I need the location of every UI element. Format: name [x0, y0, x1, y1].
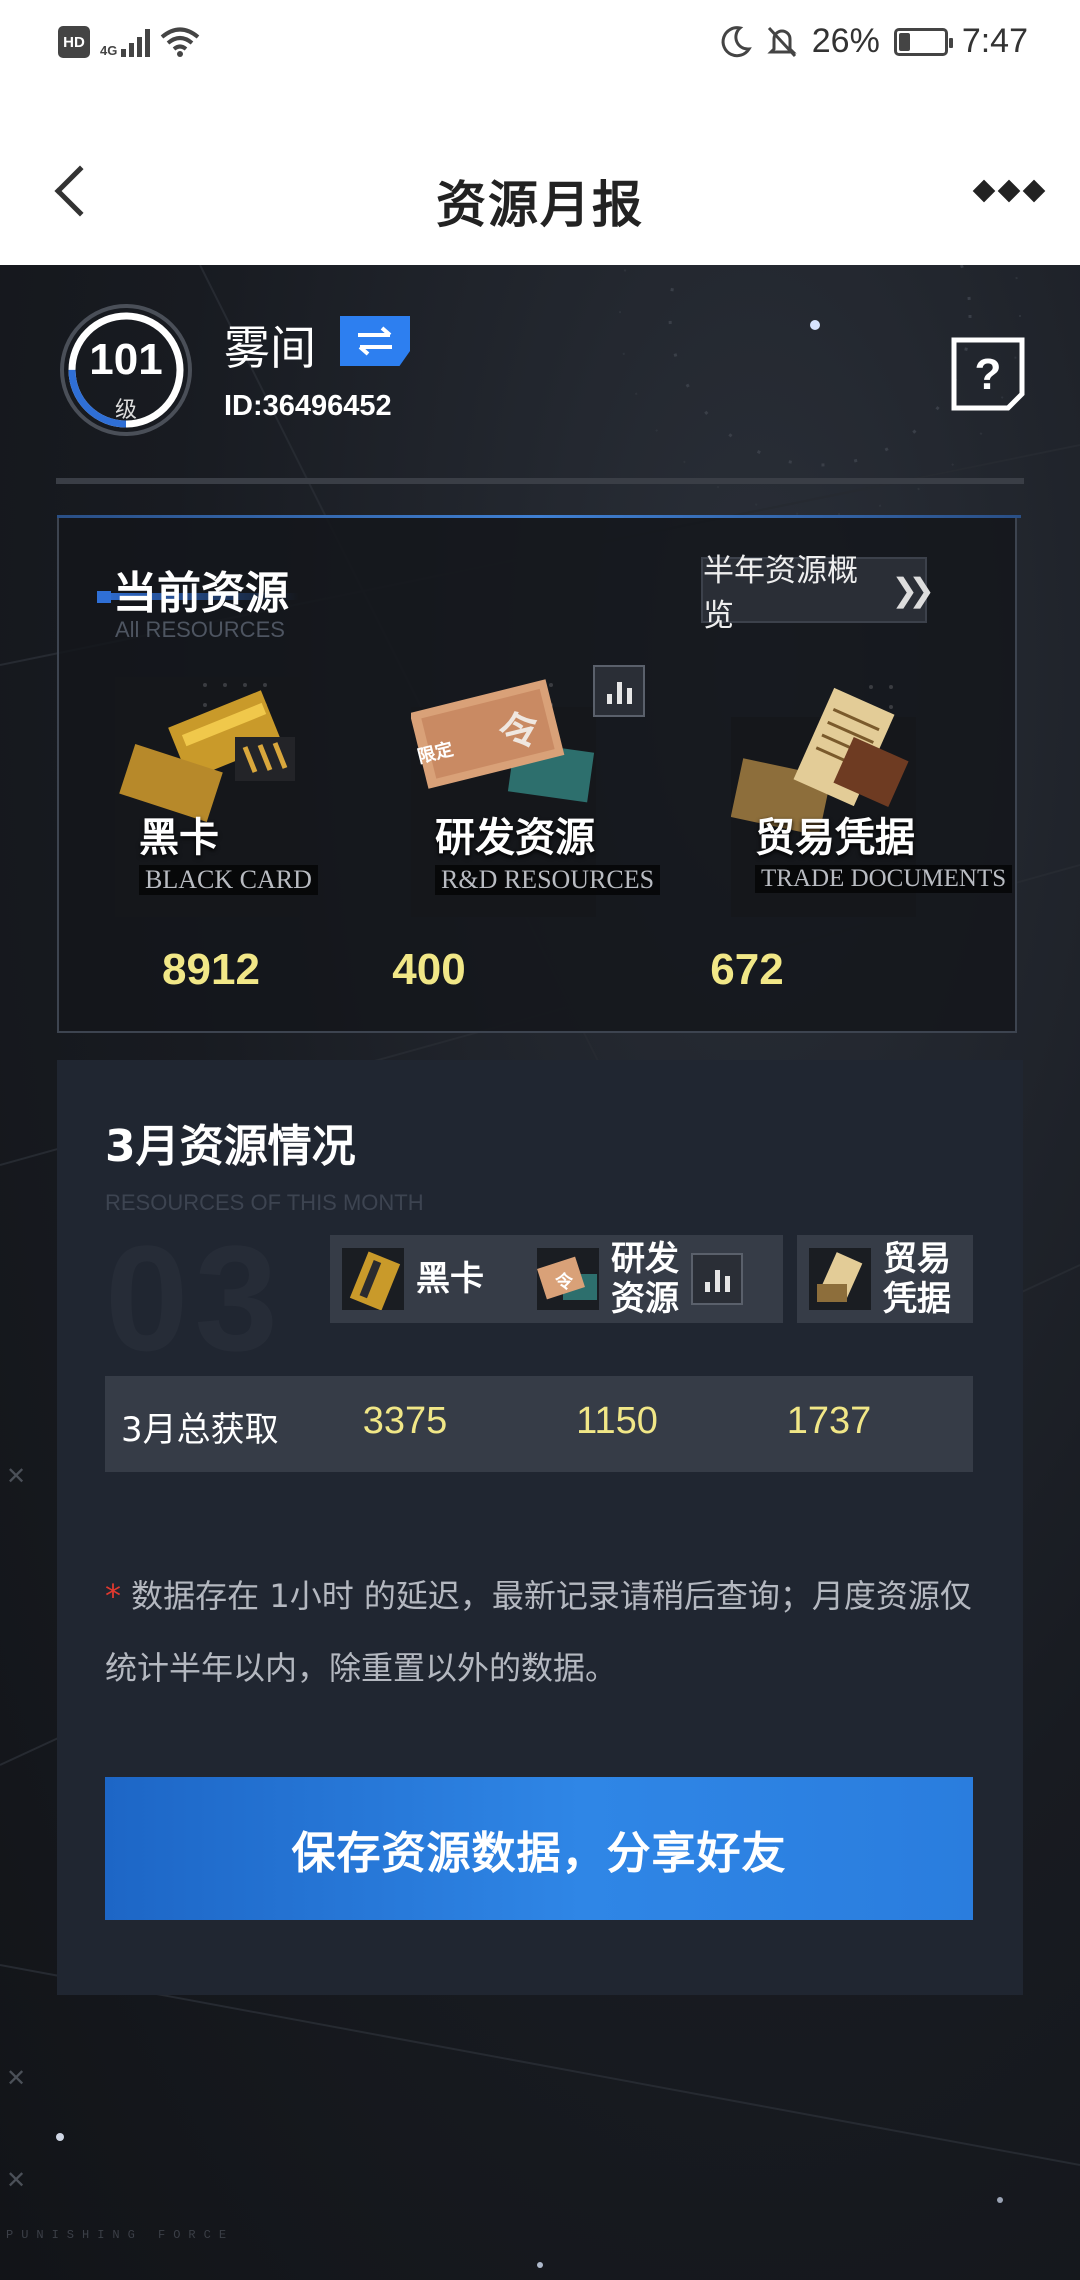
more-icon	[972, 179, 996, 203]
page-title: 资源月报	[436, 176, 644, 234]
svg-text:令: 令	[554, 1271, 574, 1293]
resource-name: 黑卡	[139, 815, 219, 861]
double-chevron-right-icon: ❯❯	[891, 571, 935, 609]
title-accent	[97, 591, 111, 603]
help-button[interactable]: ?	[950, 336, 1026, 412]
trade-documents-value: 672	[710, 945, 784, 994]
tag-label: 黑卡	[416, 1259, 484, 1299]
current-resources-subtitle: All RESOURCES	[115, 617, 285, 642]
monthly-resources-panel: 3月资源情况 RESOURCES OF THIS MONTH 03 黑卡 令 研…	[57, 1060, 1023, 1995]
current-resources-panel: 当前资源 All RESOURCES 半年资源概览 ❯❯ 黑卡 BLACK CA…	[57, 515, 1021, 1033]
more-icon-dot	[997, 179, 1021, 203]
chart-icon-bar	[626, 688, 632, 704]
signal-icon: 4G	[100, 27, 151, 58]
black-card-value: 8912	[162, 945, 260, 994]
decor-x-mark: ✕	[6, 1462, 27, 1490]
resource-name-en: TRADE DOCUMENTS	[755, 865, 1013, 893]
resource-name: 贸易凭据	[755, 815, 915, 861]
rd-monthly-chart-button[interactable]	[691, 1253, 743, 1305]
level-number: 101	[89, 335, 163, 384]
hd-icon: HD	[58, 26, 90, 58]
total-label: 3月总获取	[121, 1410, 279, 1450]
footer-brand: PUNISHING FORCE	[6, 2228, 235, 2242]
wifi-icon	[161, 27, 200, 57]
total-black-card: 3375	[362, 1400, 448, 1442]
month-number-watermark: 03	[105, 1214, 284, 1382]
overview-label: 半年资源概览	[703, 553, 858, 634]
nav-bar: 资源月报	[0, 95, 1080, 265]
tag-label-line1: 贸易	[883, 1239, 951, 1279]
chart-icon-bar	[616, 682, 622, 704]
status-bar: HD 4G 26% 7:47	[0, 0, 1080, 95]
more-button[interactable]	[972, 179, 1046, 203]
resource-trade-documents[interactable]: 贸易凭据 TRADE DOCUMENTS	[731, 677, 1013, 917]
clock: 7:47	[961, 22, 1028, 60]
trade-documents-thumb	[809, 1248, 871, 1310]
resource-name-en: BLACK CARD	[139, 865, 318, 895]
battery-percent: 26%	[811, 22, 880, 60]
level-unit: 级	[114, 398, 137, 423]
share-button-label: 保存资源数据，分享好友	[291, 1827, 787, 1879]
rd-resources-thumb: 令	[537, 1248, 599, 1310]
tag-label: 贸易 凭据	[883, 1239, 951, 1319]
status-left: HD 4G	[58, 26, 200, 58]
tag-label-line1: 研发	[611, 1239, 679, 1279]
status-right: 26% 7:47	[718, 22, 1028, 61]
tag-label-line2: 凭据	[883, 1279, 951, 1319]
tag-trade-documents: 贸易 凭据	[797, 1235, 973, 1323]
chart-icon-bar	[724, 1276, 730, 1292]
monthly-total-row: 3月总获取 3375 1150 1737	[105, 1376, 973, 1472]
half-year-overview-button[interactable]: 半年资源概览 ❯❯	[701, 553, 935, 634]
help-icon: ?	[975, 350, 1002, 399]
decor-x-mark: ✕	[6, 2064, 27, 2092]
total-trade-documents: 1737	[786, 1400, 872, 1442]
tag-label-line2: 资源	[611, 1279, 679, 1319]
tag-label: 研发 资源	[611, 1239, 679, 1319]
chart-icon-bar	[714, 1270, 720, 1292]
user-id: ID:36496452	[224, 390, 392, 422]
network-type: 4G	[100, 43, 118, 58]
resource-rd[interactable]: 令 限定 研发资源 R&D RESOURCES	[411, 677, 661, 917]
profile-divider	[56, 478, 1024, 484]
rd-chart-button[interactable]	[593, 665, 645, 717]
note-text: 数据存在 1小时 的延迟，最新记录请稍后查询；月度资源仅统计半年以内，除重置以外…	[105, 1577, 972, 1687]
resource-black-card[interactable]: 黑卡 BLACK CARD	[115, 677, 325, 917]
battery-icon	[893, 27, 953, 56]
delay-note: * 数据存在 1小时 的延迟，最新记录请稍后查询；月度资源仅统计半年以内，除重置…	[105, 1560, 985, 1704]
resource-name-en: R&D RESOURCES	[435, 865, 661, 895]
more-icon-dot	[1022, 179, 1046, 203]
moon-icon	[721, 25, 752, 57]
tag-black-card: 黑卡	[330, 1235, 554, 1323]
total-rd-resources: 1150	[576, 1400, 658, 1442]
decor-x-mark: ✕	[6, 2166, 27, 2194]
username: 雾间	[224, 321, 316, 375]
black-card-thumb	[342, 1248, 404, 1310]
rd-resources-value: 400	[392, 945, 466, 994]
switch-account-button[interactable]	[340, 316, 410, 366]
chart-icon	[704, 1282, 710, 1292]
note-asterisk: *	[105, 1577, 121, 1615]
save-share-button[interactable]: 保存资源数据，分享好友	[105, 1777, 973, 1920]
bell-off-icon	[767, 26, 797, 57]
monthly-title: 3月资源情况	[105, 1121, 356, 1172]
battery-fill	[898, 32, 911, 51]
resource-name: 研发资源	[435, 815, 595, 861]
tag-rd-resources: 令 研发 资源	[525, 1235, 783, 1323]
current-resources-title: 当前资源	[113, 568, 289, 619]
swap-icon	[358, 326, 392, 356]
chart-icon	[606, 694, 612, 704]
